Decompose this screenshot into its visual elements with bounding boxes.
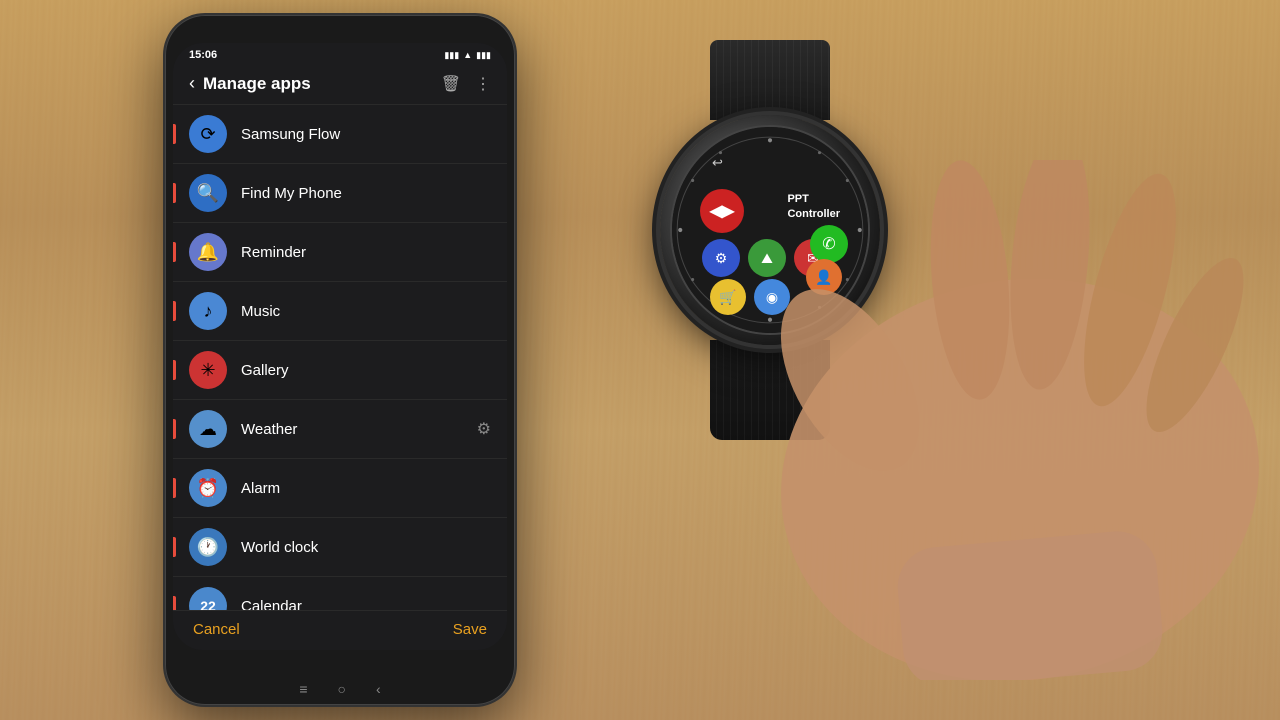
app-icon-find-my-phone: 🔍 (189, 174, 227, 212)
app-icon-reminder: 🔔 (189, 233, 227, 271)
app-header: ‹ Manage apps 🗑 ⋮ (173, 65, 507, 105)
phone-home-bar: ≡ ○ ‹ (299, 681, 380, 697)
settings-icon[interactable]: ⚙ (477, 419, 491, 439)
band-texture-bottom (710, 340, 830, 440)
app-icon-calendar: 22 (189, 587, 227, 610)
app-name-samsung-flow: Samsung Flow (241, 126, 491, 143)
watch-app-label: PPT Controller (787, 192, 840, 223)
signal-icon: ▮▮▮ (476, 50, 491, 61)
phone-device: 15:06 ▮▮▮ ▲ ▮▮▮ ‹ Manage apps 🗑 ⋮ ⟳ Sam (165, 15, 515, 705)
status-icons: ▮▮▮ ▲ ▮▮▮ (444, 50, 491, 61)
watch-icon-contacts[interactable]: 👤 (806, 259, 842, 295)
delete-icon[interactable]: 🗑 (441, 74, 461, 94)
list-item[interactable]: 22 Calendar (173, 577, 507, 610)
list-item[interactable]: 🕐 World clock (173, 518, 507, 577)
wifi-icon: ▲ (463, 50, 472, 60)
watch-icon-phone[interactable]: ✆ (810, 225, 848, 263)
app-name-weather: Weather (241, 421, 463, 438)
watch-back-icon: ↩ (712, 155, 723, 171)
list-item[interactable]: ✳ Gallery (173, 341, 507, 400)
watch-band-top (710, 40, 830, 120)
app-icon-alarm: ⏰ (189, 469, 227, 507)
app-name-find-my-phone: Find My Phone (241, 185, 491, 202)
list-item[interactable]: ☁ Weather ⚙ (173, 400, 507, 459)
app-name-music: Music (241, 303, 491, 320)
back-icon[interactable]: ‹ (376, 681, 381, 697)
menu-icon[interactable]: ≡ (299, 681, 307, 697)
list-item[interactable]: ⏰ Alarm (173, 459, 507, 518)
home-icon[interactable]: ○ (338, 681, 346, 697)
app-icon-gallery: ✳ (189, 351, 227, 389)
back-button[interactable]: ‹ (189, 73, 195, 94)
app-icon-samsung-flow: ⟳ (189, 115, 227, 153)
watch-icon-apps[interactable]: ◉ (754, 279, 790, 315)
watch-ppt-icon[interactable]: ◀▶ (700, 189, 744, 233)
list-item[interactable]: ♪ Music (173, 282, 507, 341)
watch-body: ↩ ◀▶ PPT Controller ⚙ ⛰ ✉ 🛒 ◉ (660, 115, 880, 345)
battery-icon: ▮▮▮ (444, 50, 459, 61)
app-icon-world-clock: 🕐 (189, 528, 227, 566)
header-actions: 🗑 ⋮ (441, 74, 491, 94)
phone-screen: 15:06 ▮▮▮ ▲ ▮▮▮ ‹ Manage apps 🗑 ⋮ ⟳ Sam (173, 43, 507, 650)
more-options-icon[interactable]: ⋮ (475, 74, 491, 94)
app-icon-music: ♪ (189, 292, 227, 330)
watch-screen: ↩ ◀▶ PPT Controller ⚙ ⛰ ✉ 🛒 ◉ (672, 127, 868, 333)
list-item[interactable]: ⟳ Samsung Flow (173, 105, 507, 164)
watch-device: ↩ ◀▶ PPT Controller ⚙ ⛰ ✉ 🛒 ◉ (620, 40, 920, 460)
watch-icon-settings[interactable]: ⚙ (702, 239, 740, 277)
header-left: ‹ Manage apps (189, 73, 311, 94)
watch-icon-shop[interactable]: 🛒 (710, 279, 746, 315)
band-texture-top (710, 40, 830, 120)
watch-icon-map[interactable]: ⛰ (748, 239, 786, 277)
app-name-gallery: Gallery (241, 362, 491, 379)
list-item[interactable]: 🔍 Find My Phone (173, 164, 507, 223)
watch-extra-icons: 🛒 ◉ (710, 279, 790, 315)
app-name-calendar: Calendar (241, 598, 491, 611)
save-button[interactable]: Save (453, 621, 487, 638)
app-name-world-clock: World clock (241, 539, 491, 556)
app-list: ⟳ Samsung Flow 🔍 Find My Phone 🔔 Reminde… (173, 105, 507, 610)
cancel-button[interactable]: Cancel (193, 621, 240, 638)
watch-bezel: ↩ ◀▶ PPT Controller ⚙ ⛰ ✉ 🛒 ◉ (670, 125, 870, 335)
status-bar: 15:06 ▮▮▮ ▲ ▮▮▮ (173, 43, 507, 65)
app-icon-weather: ☁ (189, 410, 227, 448)
app-name-reminder: Reminder (241, 244, 491, 261)
status-time: 15:06 (189, 49, 217, 61)
list-item[interactable]: 🔔 Reminder (173, 223, 507, 282)
watch-band-bottom (710, 340, 830, 440)
bottom-bar: Cancel Save (173, 610, 507, 650)
app-name-alarm: Alarm (241, 480, 491, 497)
page-title: Manage apps (203, 74, 311, 94)
